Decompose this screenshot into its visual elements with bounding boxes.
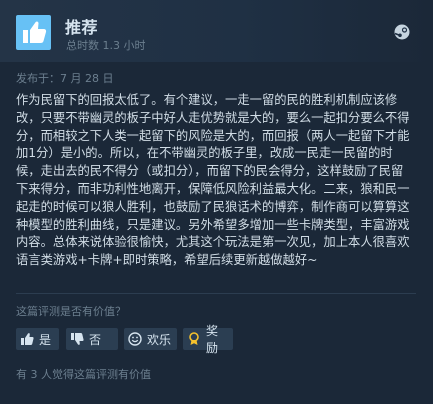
vote-funny-label: 欢乐 xyxy=(147,332,172,347)
thumbs-up-icon xyxy=(16,15,51,50)
vote-yes-button[interactable]: 是 xyxy=(16,328,59,350)
thumbs-up-icon xyxy=(20,332,34,346)
helpful-count: 有 3 人觉得这篇评测有价值 xyxy=(16,368,151,381)
review-body: 作为民留下的回报太低了。有个建议，一走一留的民的胜利机制应该修改，只要不带幽灵的… xyxy=(16,93,410,268)
vote-funny-button[interactable]: 欢乐 xyxy=(124,328,177,350)
vote-yes-label: 是 xyxy=(39,332,52,347)
thumbs-down-icon xyxy=(70,332,84,346)
helpful-question: 这篇评测是否有价值？ xyxy=(16,305,126,318)
smiley-icon xyxy=(128,332,142,346)
award-icon xyxy=(187,332,201,346)
vote-no-button[interactable]: 否 xyxy=(66,328,118,350)
verdict-title[interactable]: 推荐 xyxy=(65,14,98,38)
posted-date: 发布于：7 月 28 日 xyxy=(16,72,114,85)
award-button[interactable]: 奖励 xyxy=(183,324,233,355)
steam-logo-icon xyxy=(394,24,410,40)
playtime-hours: 总时数 1.3 小时 xyxy=(66,39,146,52)
review-card: 推荐 总时数 1.3 小时 发布于：7 月 28 日 作为民留下的回报太低了。有… xyxy=(0,0,433,404)
vote-no-label: 否 xyxy=(89,332,102,347)
divider xyxy=(16,293,416,294)
award-label: 奖励 xyxy=(206,324,219,355)
review-header: 推荐 总时数 1.3 小时 xyxy=(0,0,433,62)
